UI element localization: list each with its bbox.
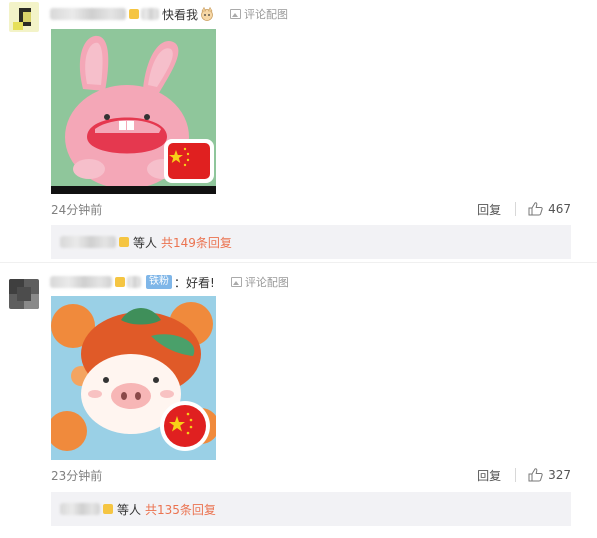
member-badge-icon xyxy=(103,504,113,514)
comment-meta: 24分钟前 回复 467 xyxy=(51,200,571,218)
comment-time: 23分钟前 xyxy=(51,468,103,483)
sub-replies-etc: 等人 xyxy=(117,502,142,517)
china-flag-icon xyxy=(164,139,214,183)
view-picture-link[interactable]: 评论配图 xyxy=(230,6,288,22)
comment-text: 快看我 xyxy=(162,7,199,22)
sub-replies-etc: 等人 xyxy=(133,235,158,250)
view-picture-label: 评论配图 xyxy=(244,276,289,289)
reply-username-blurred xyxy=(60,503,100,515)
view-all-replies-link[interactable]: 共135条回复 xyxy=(145,501,216,518)
like-button[interactable]: 327 xyxy=(528,468,571,482)
divider xyxy=(515,202,517,216)
divider xyxy=(515,468,517,482)
like-button[interactable]: 467 xyxy=(528,202,571,216)
fans-badge: 铁粉 xyxy=(146,275,172,289)
picture-icon xyxy=(230,9,242,19)
thumbs-up-icon xyxy=(528,202,543,216)
comment-image[interactable] xyxy=(51,29,216,194)
cat-emoji-icon xyxy=(200,6,214,21)
sub-replies-bar[interactable]: 等人 共135条回复 xyxy=(51,492,571,526)
comment-item: 铁粉 ： 好看! 评论配图 23分钟前 回复 327 等人 共135条回复 xyxy=(0,262,597,538)
like-count: 467 xyxy=(548,202,571,216)
avatar[interactable] xyxy=(9,279,39,309)
view-all-replies-link[interactable]: 共149条回复 xyxy=(161,234,232,251)
view-picture-label: 评论配图 xyxy=(244,8,289,21)
username-blurred-tail xyxy=(127,276,141,288)
comment-item: 快看我 评论配图 24分钟前 回复 467 等人 共149条回复 xyxy=(0,0,597,262)
member-badge-icon xyxy=(129,9,139,19)
view-picture-link[interactable]: 评论配图 xyxy=(230,274,289,290)
comment-image[interactable] xyxy=(51,296,216,460)
comment-time: 24分钟前 xyxy=(51,202,103,217)
comment-text: 好看! xyxy=(186,275,215,290)
reply-button[interactable]: 回复 xyxy=(477,201,501,218)
username-blurred[interactable] xyxy=(50,276,112,288)
china-flag-icon xyxy=(160,401,210,451)
comment-header: 快看我 评论配图 xyxy=(50,5,288,23)
sub-replies-bar[interactable]: 等人 共149条回复 xyxy=(51,225,571,259)
picture-icon xyxy=(230,277,242,287)
reply-username-blurred xyxy=(60,236,116,248)
username-blurred[interactable] xyxy=(50,8,126,20)
avatar[interactable] xyxy=(9,2,39,32)
thumbs-up-icon xyxy=(528,468,543,482)
comment-header: 铁粉 ： 好看! 评论配图 xyxy=(50,273,289,291)
like-count: 327 xyxy=(548,468,571,482)
comment-colon: ： xyxy=(174,275,187,290)
comment-meta: 23分钟前 回复 327 xyxy=(51,466,571,484)
username-blurred-tail xyxy=(141,8,159,20)
member-badge-icon xyxy=(119,237,129,247)
reply-button[interactable]: 回复 xyxy=(477,467,501,484)
member-badge-icon xyxy=(115,277,125,287)
